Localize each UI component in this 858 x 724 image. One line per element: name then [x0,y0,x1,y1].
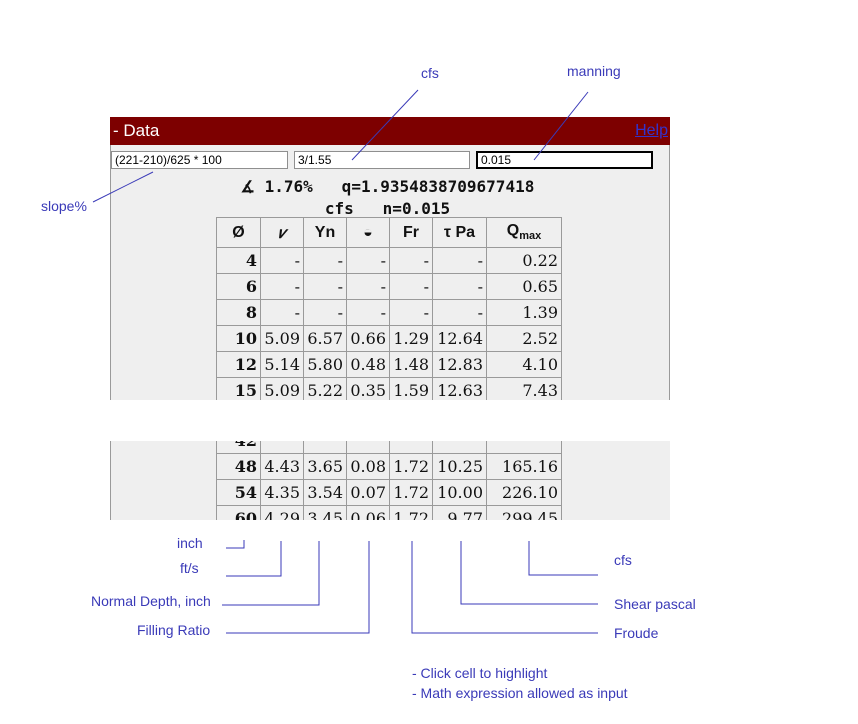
slope-leader [92,171,154,203]
note-math-expression: - Math expression allowed as input [412,685,628,701]
annotation-lines [92,89,598,634]
cfs-leader [351,89,419,161]
normal-depth-leader [222,541,320,606]
annotation-normal-depth: Normal Depth, inch [91,593,211,609]
manning-leader [533,91,589,161]
annotation-inch: inch [177,535,203,551]
velocity-leader [226,541,282,577]
annotation-filling-ratio: Filling Ratio [137,622,211,638]
qmax-leader [528,541,598,576]
annotation-shear: Shear pascal [614,596,696,612]
filling-ratio-leader [226,541,370,634]
inch-leader [226,540,245,549]
annotation-froude: Froude [614,625,659,641]
note-click-cell: - Click cell to highlight [412,665,548,681]
froude-leader [411,541,598,634]
annotation-cfs-top: cfs [421,65,439,81]
annotation-slope: slope% [41,198,87,214]
annotation-cfs-bottom: cfs [614,552,632,568]
annotation-velocity: ft/s [180,560,199,576]
annotation-manning: manning [567,63,621,79]
